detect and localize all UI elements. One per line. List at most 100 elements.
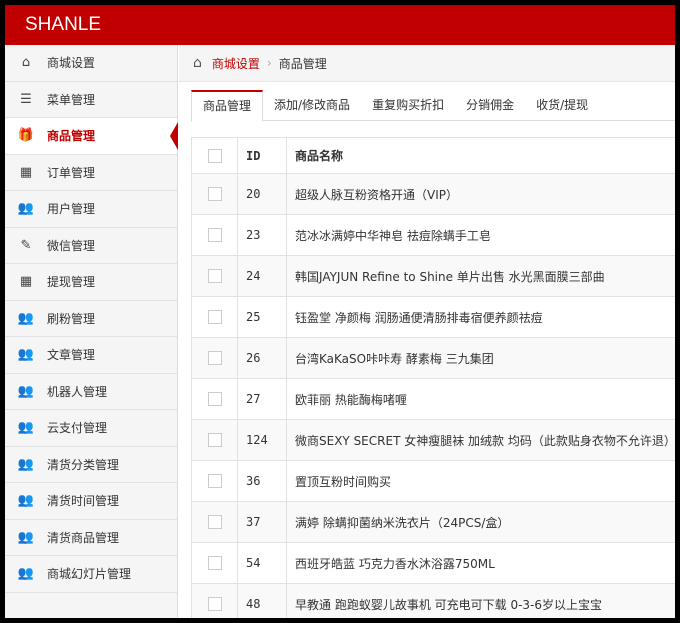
users-icon: 👥: [17, 493, 35, 509]
row-checkbox[interactable]: [207, 228, 222, 243]
table-row[interactable]: 54 西班牙皓蓝 巧克力香水沐浴露750ML: [191, 542, 675, 584]
sidebar-item-label: 清货分类管理: [47, 457, 120, 472]
row-checkbox[interactable]: [207, 597, 222, 612]
sidebar-item-label: 商品管理: [47, 129, 96, 144]
row-id: 24: [237, 255, 287, 297]
row-checkbox[interactable]: [207, 474, 222, 489]
table-row[interactable]: 36 置顶互粉时间购买: [191, 460, 675, 502]
sidebar-item-label: 商城幻灯片管理: [47, 567, 132, 582]
row-product-name: 满婷 除螨抑菌纳米洗衣片（24PCS/盒）: [286, 501, 675, 543]
row-select-cell: [191, 255, 238, 297]
table-row[interactable]: 48 早教通 跑跑蚁婴儿故事机 可充电可下载 0-3-6岁以上宝宝: [191, 583, 675, 618]
tab-3[interactable]: 分销佣金: [455, 90, 525, 120]
row-product-name: 微商SEXY SECRET 女神瘦腿袜 加绒款 均码（此款贴身衣物不允许退）: [286, 419, 675, 461]
sidebar-item-label: 刷粉管理: [47, 311, 96, 326]
sidebar-item-12[interactable]: 👥 清货时间管理: [5, 483, 177, 520]
tab-4[interactable]: 收货/提现: [525, 90, 599, 120]
row-product-name: 范冰冰满婷中华神皂 祛痘除螨手工皂: [286, 214, 675, 256]
column-header-id: ID: [237, 137, 287, 174]
calendar-icon: ▦: [19, 274, 33, 290]
row-product-name: 置顶互粉时间购买: [286, 460, 675, 502]
app-header: SHANLE: [5, 5, 675, 45]
users-icon: 👥: [17, 383, 35, 399]
sidebar-item-label: 菜单管理: [47, 92, 96, 107]
row-checkbox[interactable]: [207, 310, 222, 325]
row-product-name: 欧菲丽 热能酶梅啫喱: [286, 378, 675, 420]
breadcrumb-parent-link[interactable]: 商城设置: [212, 55, 260, 72]
sidebar-item-9[interactable]: 👥 机器人管理: [5, 374, 177, 410]
sidebar-item-label: 订单管理: [47, 165, 96, 180]
row-select-cell: [191, 173, 238, 215]
column-header-name: 商品名称: [286, 137, 675, 174]
table-row[interactable]: 37 满婷 除螨抑菌纳米洗衣片（24PCS/盒）: [191, 501, 675, 543]
table-row[interactable]: 20 超级人脉互粉资格开通（VIP）: [191, 173, 675, 215]
row-select-cell: [191, 378, 238, 420]
row-checkbox[interactable]: [207, 556, 222, 571]
row-id: 124: [237, 419, 287, 461]
row-id: 27: [237, 378, 287, 420]
row-product-name: 早教通 跑跑蚁婴儿故事机 可充电可下载 0-3-6岁以上宝宝: [286, 583, 675, 618]
row-checkbox[interactable]: [207, 433, 222, 448]
select-all-cell: [191, 137, 238, 174]
row-id: 23: [237, 214, 287, 256]
table-row[interactable]: 24 韩国JAYJUN Refine to Shine 单片出售 水光黑面膜三部曲: [191, 255, 675, 297]
users-icon: 👥: [17, 347, 35, 363]
row-product-name: 钰盈堂 净颜梅 润肠通便清肠排毒宿便养颜祛痘: [286, 296, 675, 338]
tab-bar: 商品管理 添加/修改商品 重复购买折扣 分销佣金 收货/提现: [191, 90, 675, 122]
row-select-cell: [191, 501, 238, 543]
row-id: 26: [237, 337, 287, 379]
row-checkbox[interactable]: [207, 269, 222, 284]
sidebar-item-7[interactable]: 👥 刷粉管理: [5, 301, 177, 337]
table-row[interactable]: 26 台湾KaKaSO咔咔寿 酵素梅 三九集团: [191, 337, 675, 379]
breadcrumb: ⌂ 商城设置 › 商品管理: [179, 45, 675, 82]
row-id: 25: [237, 296, 287, 338]
sidebar-item-label: 清货时间管理: [47, 494, 120, 509]
sidebar-item-4[interactable]: 👥 用户管理: [5, 191, 177, 228]
row-checkbox[interactable]: [207, 392, 222, 407]
table-row[interactable]: 124 微商SEXY SECRET 女神瘦腿袜 加绒款 均码（此款贴身衣物不允许退…: [191, 419, 675, 461]
sidebar-item-14[interactable]: 👥 商城幻灯片管理: [5, 556, 177, 593]
sidebar-item-label: 微信管理: [47, 238, 96, 253]
row-select-cell: [191, 337, 238, 379]
home-icon[interactable]: ⌂: [193, 55, 202, 71]
row-checkbox[interactable]: [207, 187, 222, 202]
row-id: 20: [237, 173, 287, 215]
users-icon: 👥: [17, 310, 35, 326]
sidebar-item-1[interactable]: ☰ 菜单管理: [5, 82, 177, 118]
tab-1[interactable]: 添加/修改商品: [263, 90, 361, 120]
row-checkbox[interactable]: [207, 515, 222, 530]
sidebar-item-label: 提现管理: [47, 275, 96, 290]
users-icon: 👥: [17, 420, 35, 436]
tab-0[interactable]: 商品管理: [191, 90, 264, 122]
product-table: ID 商品名称 20 超级人脉互粉资格开通（VIP） 23 范冰冰满婷中华神皂 祛痘除…: [191, 137, 675, 618]
row-checkbox[interactable]: [207, 351, 222, 366]
breadcrumb-separator-icon: ›: [266, 56, 272, 70]
row-product-name: 韩国JAYJUN Refine to Shine 单片出售 水光黑面膜三部曲: [286, 255, 675, 297]
gift-icon: 🎁: [17, 128, 35, 144]
edit-icon: ✎: [20, 237, 32, 253]
row-product-name: 台湾KaKaSO咔咔寿 酵素梅 三九集团: [286, 337, 675, 379]
sidebar-item-2[interactable]: 🎁 商品管理: [5, 118, 178, 155]
sidebar-item-label: 商城设置: [47, 56, 96, 71]
calendar-icon: ▦: [19, 164, 33, 180]
sidebar-item-0[interactable]: ⌂ 商城设置: [5, 45, 177, 82]
sidebar-item-11[interactable]: 👥 清货分类管理: [5, 447, 177, 483]
sidebar-item-5[interactable]: ✎ 微信管理: [5, 228, 177, 264]
row-id: 54: [237, 542, 287, 584]
row-select-cell: [191, 419, 238, 461]
sidebar-item-label: 用户管理: [47, 202, 96, 217]
users-icon: 👥: [17, 201, 35, 217]
table-row[interactable]: 23 范冰冰满婷中华神皂 祛痘除螨手工皂: [191, 214, 675, 256]
sidebar-item-6[interactable]: ▦ 提现管理: [5, 264, 177, 301]
sidebar-item-8[interactable]: 👥 文章管理: [5, 337, 177, 374]
table-row[interactable]: 27 欧菲丽 热能酶梅啫喱: [191, 378, 675, 420]
select-all-checkbox[interactable]: [207, 148, 222, 163]
breadcrumb-current: 商品管理: [278, 56, 327, 71]
tab-2[interactable]: 重复购买折扣: [361, 90, 455, 120]
sidebar-item-3[interactable]: ▦ 订单管理: [5, 155, 177, 191]
sidebar-item-13[interactable]: 👥 清货商品管理: [5, 520, 177, 556]
row-id: 36: [237, 460, 287, 502]
table-row[interactable]: 25 钰盈堂 净颜梅 润肠通便清肠排毒宿便养颜祛痘: [191, 296, 675, 338]
sidebar-item-10[interactable]: 👥 云支付管理: [5, 410, 177, 447]
home-icon: ⌂: [21, 55, 31, 71]
